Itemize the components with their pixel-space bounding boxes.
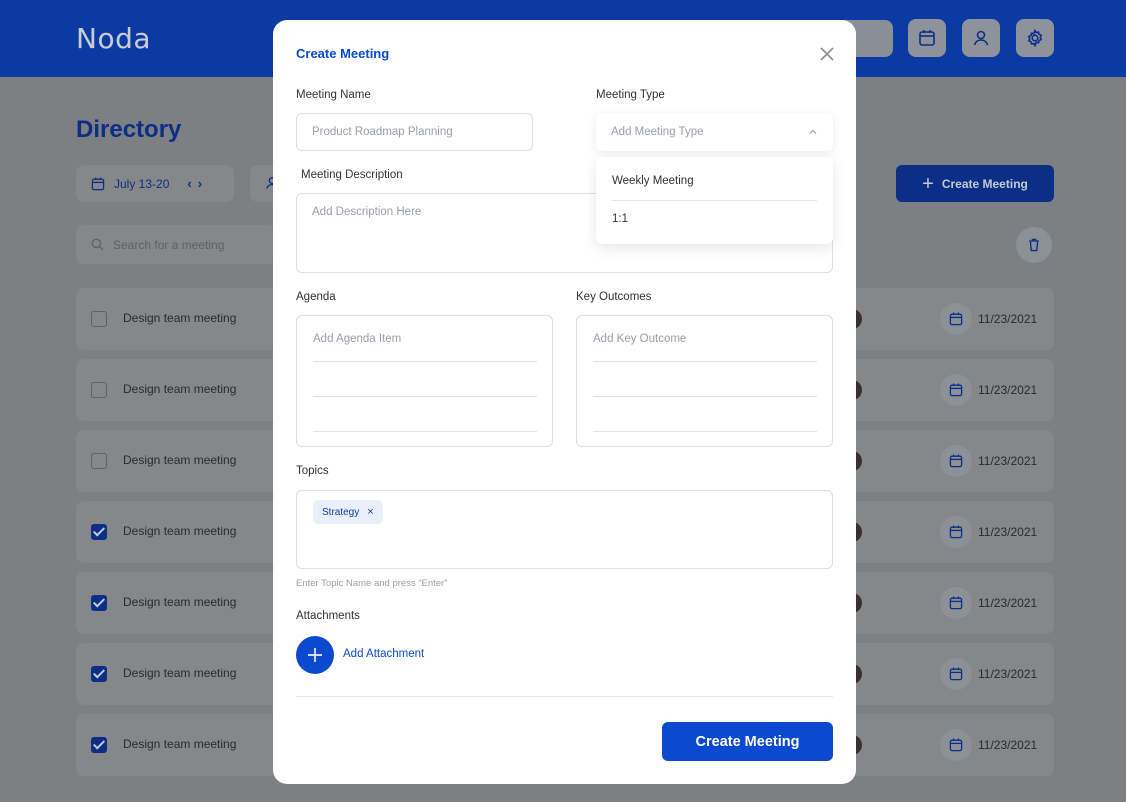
trash-icon [1029,238,1039,252]
calendar-icon [949,596,963,610]
meeting-date: 11/23/2021 [978,525,1038,539]
plus-icon [308,648,322,662]
topic-chip: Strategy × [313,500,383,524]
key-outcomes-label: Key Outcomes [576,291,652,303]
calendar-badge [940,587,972,619]
topics-label: Topics [296,465,329,477]
profile-button[interactable] [962,19,1000,57]
outcome-line [593,361,817,362]
meeting-date: 11/23/2021 [978,596,1038,610]
meeting-type-select[interactable]: Add Meeting Type [596,113,833,151]
modal-divider [296,696,833,697]
meeting-date: 11/23/2021 [978,383,1038,397]
gear-icon [1027,28,1043,48]
calendar-badge [940,658,972,690]
date-range-label: July 13-20 [114,176,170,191]
agenda-label: Agenda [296,291,336,303]
calendar-badge [940,516,972,548]
meeting-type-dropdown: Weekly Meeting 1:1 [596,157,833,244]
agenda-line [313,396,537,397]
meeting-name: Design team meeting [123,595,237,609]
calendar-icon [949,383,963,397]
create-meeting-button[interactable]: + Create Meeting [896,165,1054,202]
key-outcome-placeholder[interactable]: Add Key Outcome [593,333,686,345]
modal-title: Create Meeting [296,46,390,61]
agenda-list[interactable]: Add Agenda Item [296,315,553,447]
add-attachment-link[interactable]: Add Attachment [343,648,424,660]
row-checkbox[interactable] [91,524,107,540]
meeting-date: 11/23/2021 [978,312,1038,326]
next-week-button[interactable]: › [198,176,202,191]
key-outcomes-list[interactable]: Add Key Outcome [576,315,833,447]
topics-input[interactable]: Strategy × [296,490,833,569]
meeting-search[interactable]: Search for a meeting [76,225,276,264]
chevron-up-icon [809,129,817,134]
meeting-name: Design team meeting [123,382,237,396]
page-title: Directory [76,116,182,143]
meeting-description-label: Meeting Description [301,169,403,181]
outcome-line [593,431,817,432]
add-attachment-button[interactable] [296,636,334,674]
outcome-line [593,396,817,397]
meeting-date: 11/23/2021 [978,454,1038,468]
row-checkbox[interactable] [91,311,107,327]
create-meeting-button-label: Create Meeting [941,176,1028,191]
prev-week-button[interactable]: ‹ [187,176,191,191]
date-range-filter[interactable]: July 13-20 ‹ › [76,165,234,202]
calendar-icon [949,312,963,326]
settings-button[interactable] [1016,19,1054,57]
meeting-name: Design team meeting [123,666,237,680]
app-logo: Noda [76,22,152,55]
agenda-line [313,361,537,362]
dropdown-divider [612,200,817,201]
calendar-icon [91,177,105,190]
meeting-name-input[interactable] [296,113,533,151]
close-icon [820,47,834,61]
topic-chip-label: Strategy [322,506,360,518]
delete-button[interactable] [1016,227,1052,263]
meeting-type-label: Meeting Type [596,89,665,101]
meeting-type-option-one-on-one[interactable]: 1:1 [612,213,628,225]
meeting-name: Design team meeting [123,737,237,751]
calendar-icon [949,454,963,468]
meeting-type-option-weekly[interactable]: Weekly Meeting [612,175,694,187]
remove-topic-icon[interactable]: × [367,506,373,518]
calendar-button[interactable] [908,19,946,57]
agenda-line [313,431,537,432]
row-checkbox[interactable] [91,737,107,753]
calendar-badge [940,303,972,335]
meeting-name: Design team meeting [123,453,237,467]
row-checkbox[interactable] [91,382,107,398]
meeting-search-placeholder: Search for a meeting [113,237,225,252]
calendar-badge [940,729,972,761]
meeting-date: 11/23/2021 [978,738,1038,752]
calendar-icon [949,738,963,752]
plus-icon: + [922,172,934,195]
calendar-icon [919,30,935,46]
row-checkbox[interactable] [91,453,107,469]
meeting-name: Design team meeting [123,524,237,538]
meeting-name: Design team meeting [123,311,237,325]
topics-hint: Enter Topic Name and press “Enter” [296,578,448,589]
calendar-icon [949,525,963,539]
row-checkbox[interactable] [91,666,107,682]
submit-create-meeting-button[interactable]: Create Meeting [662,722,833,761]
meeting-date: 11/23/2021 [978,667,1038,681]
calendar-badge [940,445,972,477]
search-icon [91,238,104,251]
meeting-name-label: Meeting Name [296,89,371,101]
close-button[interactable] [817,44,837,64]
create-meeting-modal: Create Meeting Meeting Name Meeting Type… [273,20,856,784]
calendar-icon [949,667,963,681]
user-icon [973,30,989,46]
calendar-badge [940,374,972,406]
attachments-label: Attachments [296,610,360,622]
agenda-item-placeholder[interactable]: Add Agenda Item [313,333,401,345]
meeting-type-placeholder: Add Meeting Type [611,126,704,138]
row-checkbox[interactable] [91,595,107,611]
